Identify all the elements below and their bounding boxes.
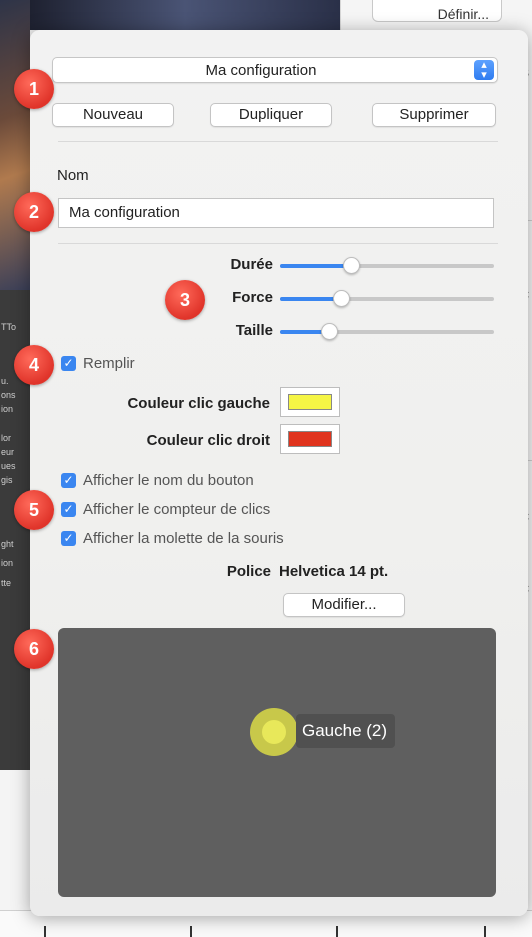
- show-button-name-checkbox[interactable]: ✓: [61, 473, 76, 488]
- sidebar-fragment: ght: [1, 539, 14, 549]
- cursor-dot: [262, 720, 286, 744]
- configuration-popup-value: Ma configuration: [205, 62, 317, 79]
- slider-knob[interactable]: [321, 323, 339, 340]
- show-click-counter-checkbox[interactable]: ✓: [61, 502, 76, 517]
- sidebar-fragment: gis: [1, 475, 13, 485]
- define-button[interactable]: Définir...: [372, 0, 502, 22]
- force-label: Force: [232, 289, 273, 306]
- duration-label: Durée: [230, 256, 273, 273]
- background-photo-strip: [30, 0, 340, 30]
- right-click-color-well[interactable]: [280, 424, 340, 454]
- sidebar-fragment: eur: [1, 447, 15, 457]
- font-label: Police: [226, 563, 271, 580]
- sidebar-fragment: tte: [1, 578, 12, 588]
- callout-badge: 5: [14, 490, 54, 530]
- name-field[interactable]: Ma configuration: [58, 198, 494, 228]
- ruler-tick: [190, 926, 192, 937]
- force-slider[interactable]: [280, 289, 494, 309]
- callout-badge: 1: [14, 69, 54, 109]
- slider-fill: [280, 264, 352, 268]
- delete-button[interactable]: Supprimer: [372, 103, 496, 127]
- size-slider[interactable]: [280, 322, 494, 342]
- sidebar-fragment: ons: [1, 390, 16, 400]
- sidebar-fragment: ion: [1, 404, 14, 414]
- color-swatch: [288, 394, 332, 410]
- duration-slider[interactable]: [280, 256, 494, 276]
- callout-badge: 4: [14, 345, 54, 385]
- sidebar-fragment: ion: [1, 558, 14, 568]
- show-button-name-label: Afficher le nom du bouton: [83, 472, 254, 489]
- slider-knob[interactable]: [343, 257, 361, 274]
- preview-area: Gauche (2): [58, 628, 496, 897]
- callout-badge: 3: [165, 280, 205, 320]
- size-label: Taille: [235, 322, 273, 339]
- new-button[interactable]: Nouveau: [52, 103, 174, 127]
- ruler-tick: [484, 926, 486, 937]
- sidebar-fragment: u.: [1, 376, 9, 386]
- fill-checkbox[interactable]: ✓: [61, 356, 76, 371]
- font-value: Helvetica 14 pt.: [279, 563, 389, 580]
- ruler-tick: [44, 926, 46, 937]
- divider: [58, 141, 498, 142]
- show-scroll-wheel-checkbox[interactable]: ✓: [61, 531, 76, 546]
- modify-font-button[interactable]: Modifier...: [283, 593, 405, 617]
- duplicate-button[interactable]: Dupliquer: [210, 103, 332, 127]
- ruler-tick: [336, 926, 338, 937]
- fill-label: Remplir: [83, 355, 135, 372]
- slider-knob[interactable]: [333, 290, 351, 307]
- left-click-color-label: Couleur clic gauche: [127, 395, 270, 412]
- sidebar-fragment: lor: [1, 433, 12, 443]
- left-click-color-well[interactable]: [280, 387, 340, 417]
- click-label: Gauche (2): [296, 714, 396, 748]
- divider: [58, 243, 498, 244]
- name-label: Nom: [57, 167, 89, 184]
- show-scroll-wheel-label: Afficher la molette de la souris: [83, 530, 284, 547]
- sidebar-fragment: TTo: [1, 322, 17, 332]
- color-swatch: [288, 431, 332, 447]
- chevron-updown-icon: ▴ ▾: [474, 60, 494, 81]
- callout-badge: 2: [14, 192, 54, 232]
- show-click-counter-label: Afficher le compteur de clics: [83, 501, 271, 518]
- background-photo: [0, 0, 30, 290]
- right-click-color-label: Couleur clic droit: [146, 432, 270, 449]
- callout-badge: 6: [14, 629, 54, 669]
- sidebar-fragment: ues: [1, 461, 16, 471]
- configuration-popover: Ma configuration ▴ ▾ Nouveau Dupliquer Su…: [30, 30, 528, 916]
- configuration-popup[interactable]: Ma configuration ▴ ▾: [52, 57, 498, 83]
